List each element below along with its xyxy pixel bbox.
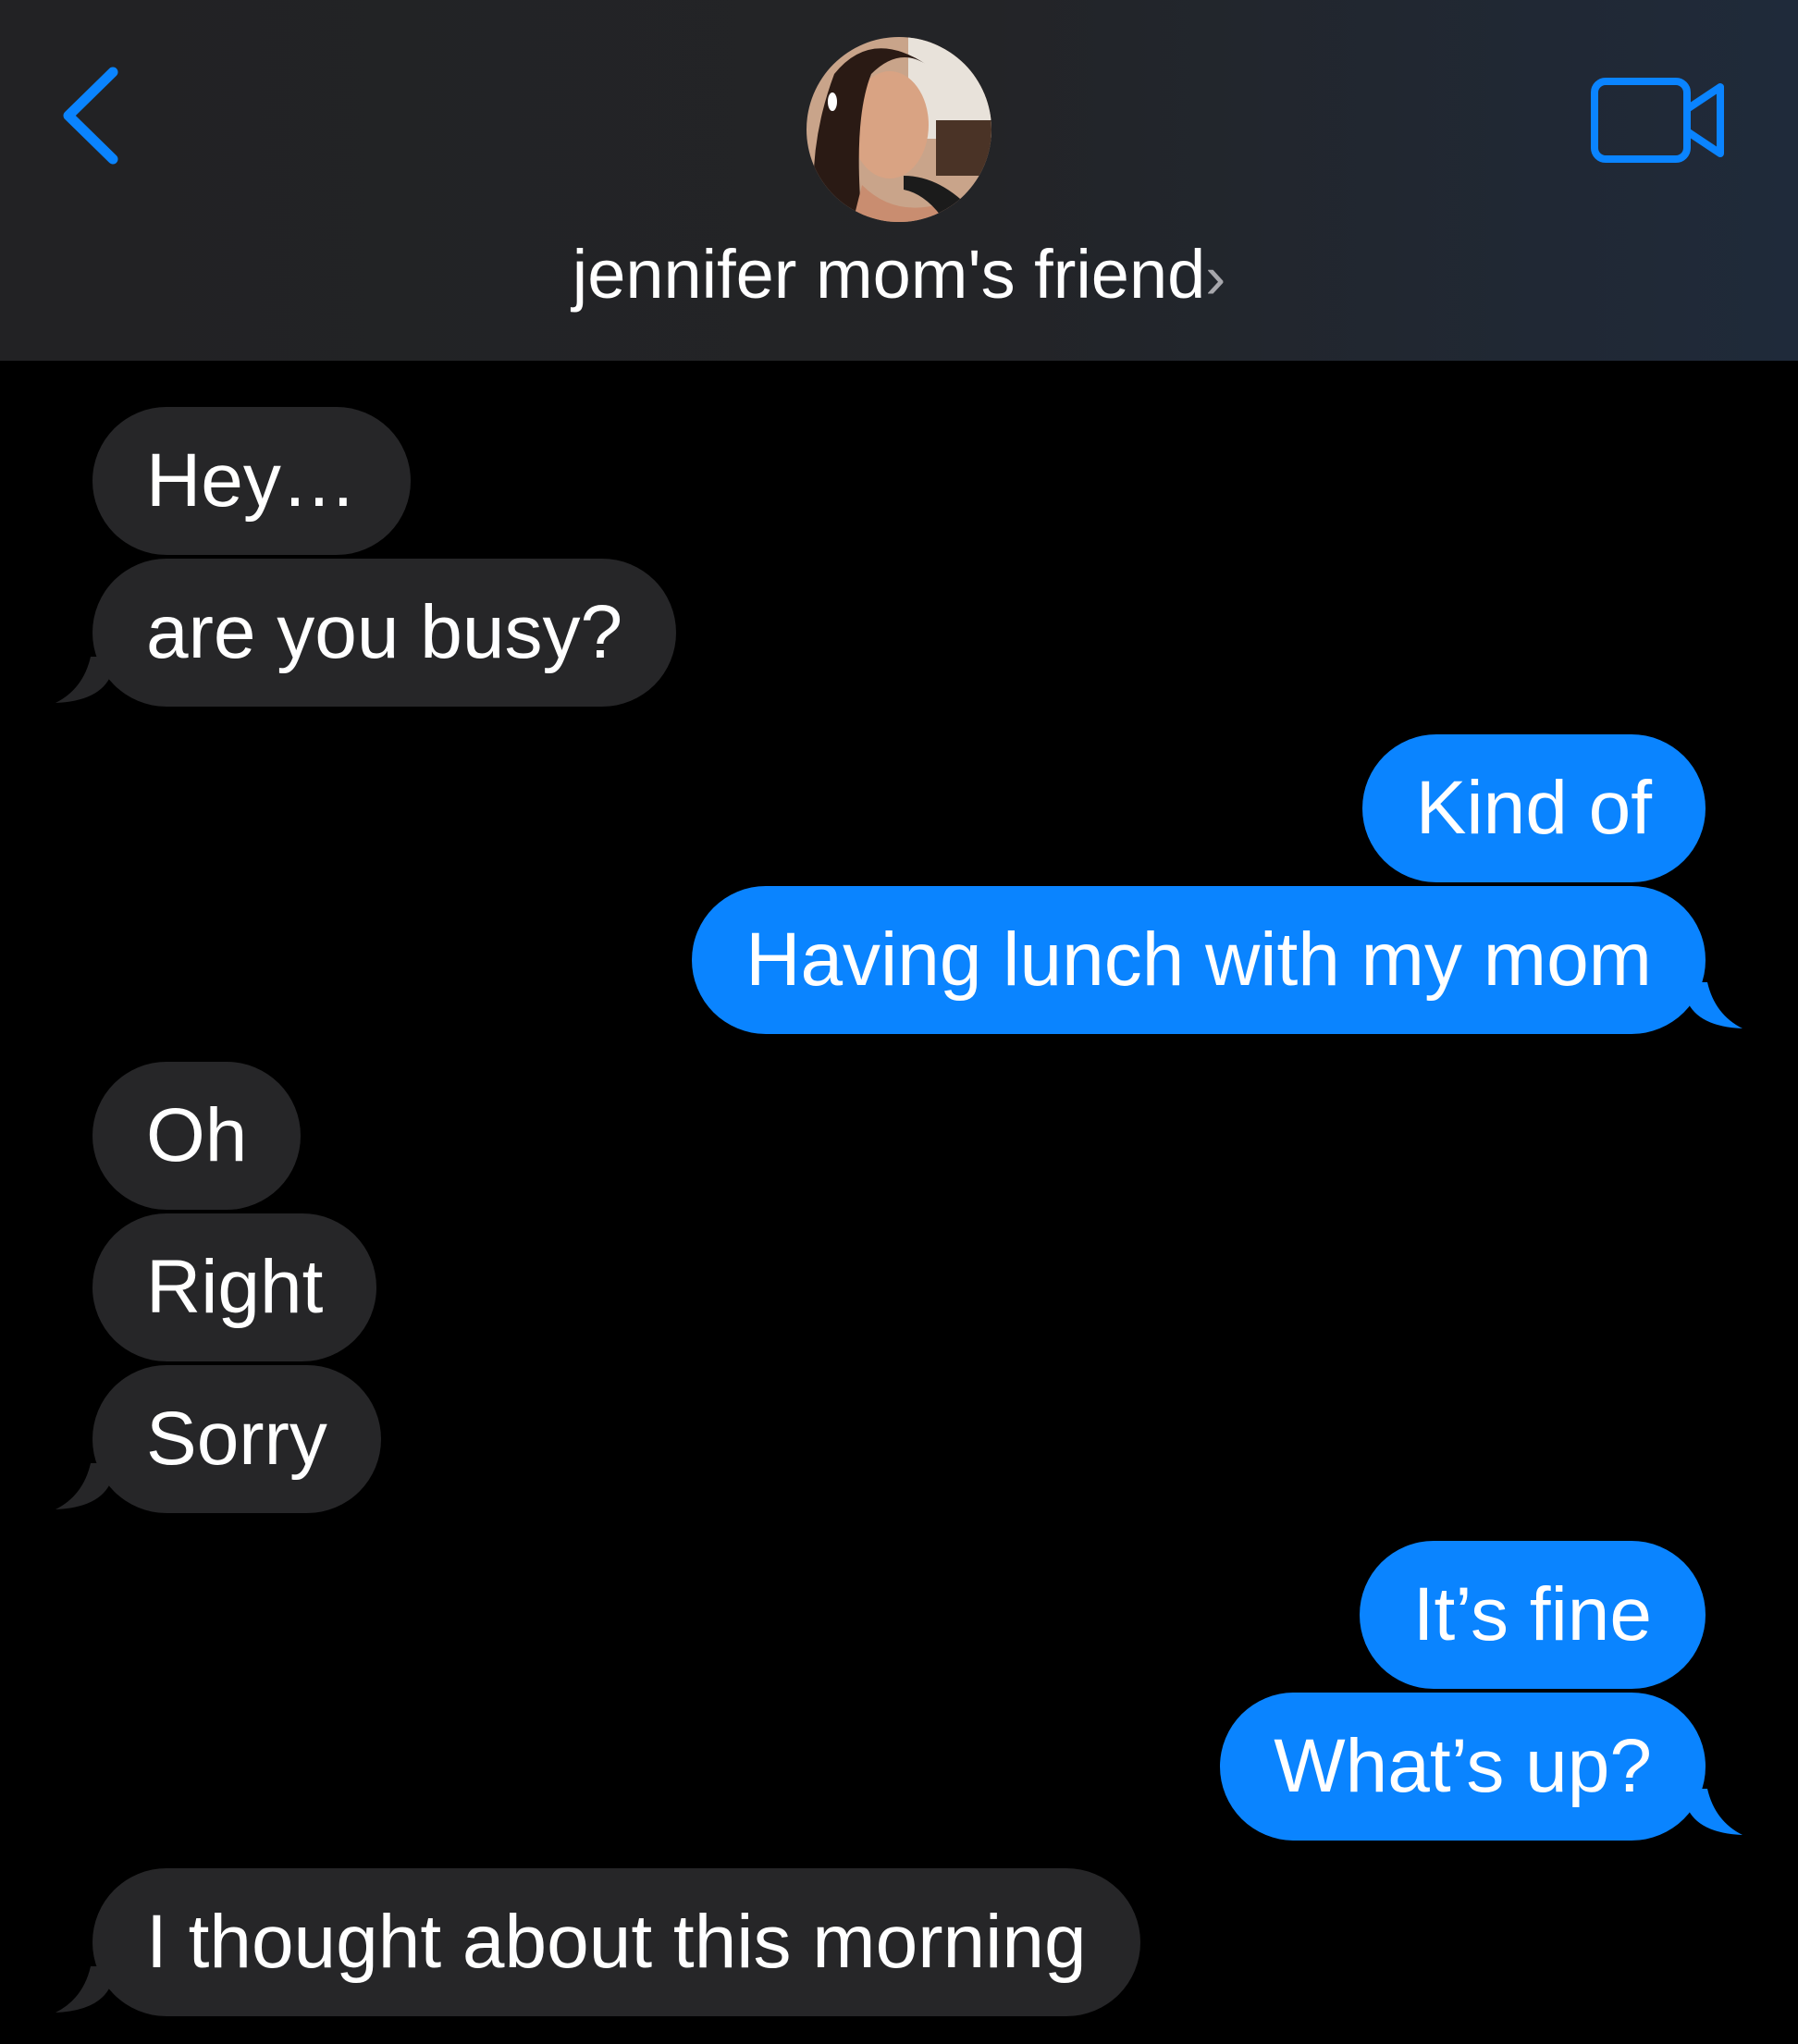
message-bubble-outgoing[interactable]: Kind of	[1361, 734, 1706, 882]
message-bubble-incoming[interactable]: Hey…	[92, 407, 411, 555]
message-text: are you busy?	[146, 590, 623, 674]
message-text: Kind of	[1415, 766, 1652, 850]
message-text: Having lunch with my mom	[745, 917, 1652, 1002]
chevron-right-icon: ›	[1205, 242, 1226, 311]
contact-photo	[807, 37, 991, 222]
message-bubble-incoming[interactable]: are you busy?	[92, 559, 677, 707]
message-text: What’s up?	[1274, 1724, 1652, 1808]
video-camera-icon	[1591, 78, 1724, 163]
message-bubble-incoming[interactable]: Right	[92, 1213, 377, 1361]
message-bubble-incoming[interactable]: Oh	[92, 1062, 302, 1210]
message-text: Sorry	[146, 1397, 327, 1481]
message-text: Right	[146, 1245, 324, 1329]
contact-name[interactable]: jennifer mom's friend›	[0, 233, 1798, 318]
message-bubble-outgoing[interactable]: What’s up?	[1220, 1693, 1706, 1841]
back-button[interactable]	[55, 65, 129, 166]
message-bubble-outgoing[interactable]: Having lunch with my mom	[692, 886, 1706, 1034]
message-bubble-incoming[interactable]: Sorry	[92, 1365, 381, 1513]
message-bubble-incoming[interactable]: I thought about this morning	[92, 1868, 1140, 2016]
message-bubble-outgoing[interactable]: It’s fine	[1359, 1541, 1706, 1689]
message-thread[interactable]: Hey… are you busy? Kind of Having lunch …	[0, 361, 1798, 2044]
message-text: Hey…	[146, 438, 357, 523]
contact-avatar[interactable]	[807, 37, 991, 222]
message-text: Oh	[146, 1093, 248, 1177]
conversation-header: jennifer mom's friend›	[0, 0, 1798, 361]
message-text: I thought about this morning	[146, 1900, 1087, 1984]
contact-name-label: jennifer mom's friend	[572, 236, 1206, 313]
message-text: It’s fine	[1412, 1572, 1652, 1656]
facetime-video-button[interactable]	[1589, 74, 1730, 166]
chevron-left-icon	[63, 67, 118, 165]
